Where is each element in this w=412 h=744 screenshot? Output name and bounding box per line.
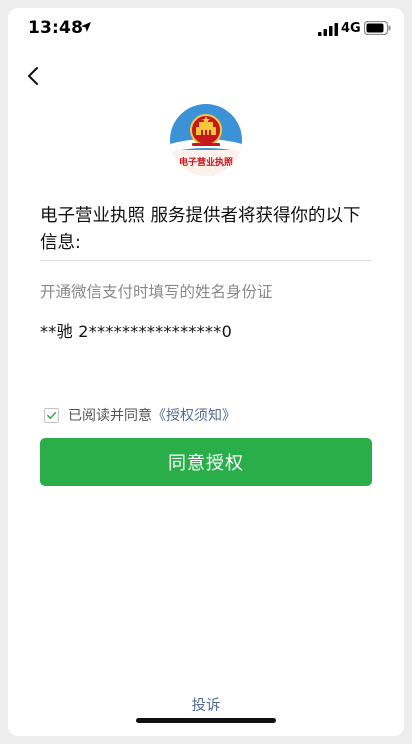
- location-arrow-icon: [81, 22, 91, 32]
- complain-link[interactable]: 投诉: [8, 694, 404, 715]
- cellular-signal-icon: [318, 23, 338, 36]
- national-emblem-icon: 电子营业执照: [170, 104, 242, 176]
- back-chevron-icon[interactable]: [22, 64, 46, 88]
- emblem-caption: 电子营业执照: [179, 156, 233, 168]
- network-type: 4G: [341, 21, 361, 36]
- agree-authorize-button[interactable]: 同意授权: [40, 438, 372, 486]
- divider: [40, 260, 372, 261]
- home-indicator: [136, 718, 276, 723]
- agreement-row: 已阅读并同意 《授权须知》: [44, 404, 236, 426]
- agreement-text: 已阅读并同意: [68, 408, 152, 424]
- requested-info-value: **驰 2****************0: [40, 322, 233, 341]
- auth-title: 电子营业执照 服务提供者将获得你的以下信息:: [40, 206, 361, 253]
- checkmark-icon: [47, 411, 57, 419]
- battery-icon: [364, 21, 391, 35]
- app-logo: 电子营业执照: [170, 104, 242, 176]
- agreement-checkbox[interactable]: [44, 407, 59, 423]
- auth-page: 13:48 4G 电子营业执照 电子营业执照 服务提供者将获得你的以下信息: 开…: [8, 8, 404, 736]
- authorization-notice-link[interactable]: 《授权须知》: [152, 405, 236, 425]
- status-time: 13:48: [28, 18, 84, 38]
- requested-info-label: 开通微信支付时填写的姓名身份证: [40, 283, 273, 301]
- status-bar: 13:48 4G: [8, 8, 404, 50]
